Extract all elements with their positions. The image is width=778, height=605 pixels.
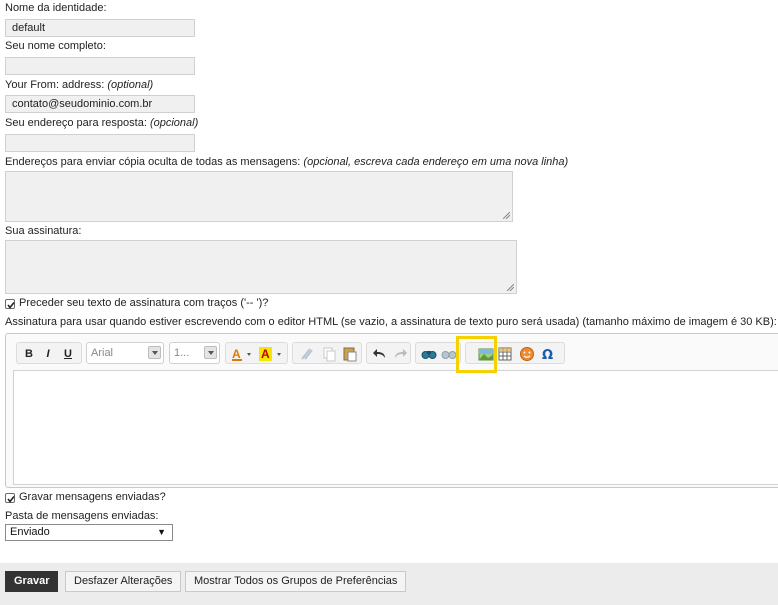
identity-name-input[interactable]: default — [5, 19, 195, 37]
dashes-checkbox[interactable] — [5, 299, 15, 309]
font-size-select[interactable]: 1... — [169, 342, 220, 364]
signature-textarea[interactable] — [5, 240, 517, 294]
svg-text:Ω: Ω — [542, 348, 553, 362]
resize-grip-icon[interactable] — [507, 284, 514, 291]
undo-icon[interactable] — [372, 346, 388, 362]
reply-address-label-text: Seu endereço para resposta: — [5, 117, 147, 129]
from-address-input[interactable]: contato@seudominio.com.br — [5, 95, 195, 113]
cut-icon[interactable] — [299, 346, 315, 362]
bold-button[interactable]: B — [22, 346, 36, 362]
emoticon-icon[interactable] — [519, 346, 535, 362]
reply-address-label: Seu endereço para resposta: (opcional) — [5, 117, 198, 129]
reply-address-input[interactable] — [5, 134, 195, 152]
from-address-label-text: Your From: address: — [5, 79, 105, 91]
save-sent-checkbox[interactable] — [5, 493, 15, 503]
html-signature-editor: B I U Arial 1... A A Ω — [5, 333, 778, 488]
find-icon[interactable] — [421, 346, 437, 362]
special-character-icon[interactable]: Ω — [540, 346, 556, 362]
find-group — [415, 342, 461, 364]
bcc-hint: (opcional, escreva cada endereço em uma … — [303, 156, 569, 168]
color-group: A A — [225, 342, 288, 364]
chevron-down-icon[interactable] — [204, 346, 217, 359]
save-button[interactable]: Gravar — [5, 571, 59, 592]
history-group — [366, 342, 411, 364]
font-size-value: 1... — [174, 347, 190, 359]
svg-text:A: A — [261, 347, 270, 361]
chevron-down-icon[interactable] — [148, 346, 161, 359]
from-address-optional: (optional) — [107, 79, 154, 91]
bcc-label-text: Endereços para enviar cópia oculta de to… — [5, 156, 301, 168]
show-all-groups-button[interactable]: Mostrar Todos os Grupos de Preferências — [185, 571, 407, 592]
italic-button[interactable]: I — [41, 346, 55, 362]
undo-changes-button[interactable]: Desfazer Alterações — [65, 571, 182, 592]
copy-icon[interactable] — [321, 346, 337, 362]
reply-address-optional: (opcional) — [149, 117, 199, 129]
sent-folder-label: Pasta de mensagens enviadas: — [5, 510, 159, 522]
resize-grip-icon[interactable] — [503, 212, 510, 219]
font-family-select[interactable]: Arial — [86, 342, 164, 364]
image-button-highlight — [456, 336, 497, 373]
background-color-icon[interactable]: A — [258, 346, 284, 362]
from-address-label: Your From: address: (optional) — [5, 79, 153, 91]
dashes-label: Preceder seu texto de assinatura com tra… — [19, 297, 269, 309]
dropdown-arrow-icon: ▼ — [157, 527, 166, 537]
checkmark-icon — [7, 302, 15, 309]
paste-icon[interactable] — [342, 346, 358, 362]
bcc-label: Endereços para enviar cópia oculta de to… — [5, 156, 568, 168]
clipboard-group — [292, 342, 362, 364]
checkmark-icon — [7, 496, 15, 503]
editor-content-area[interactable] — [13, 370, 778, 485]
html-signature-label: Assinatura para usar quando estiver escr… — [5, 316, 777, 328]
svg-text:A: A — [232, 347, 241, 361]
full-name-label: Seu nome completo: — [5, 40, 106, 52]
identity-name-label: Nome da identidade: — [5, 2, 107, 14]
underline-button[interactable]: U — [61, 346, 75, 362]
redo-icon[interactable] — [392, 346, 408, 362]
table-icon[interactable] — [497, 346, 513, 362]
save-sent-label: Gravar mensagens enviadas? — [19, 491, 166, 503]
sent-folder-value: Enviado — [10, 526, 50, 538]
text-color-icon[interactable]: A — [230, 346, 254, 362]
bcc-textarea[interactable] — [5, 171, 513, 222]
font-family-value: Arial — [91, 347, 114, 359]
signature-label: Sua assinatura: — [5, 225, 82, 237]
replace-icon[interactable] — [441, 346, 457, 362]
full-name-input[interactable] — [5, 57, 195, 75]
sent-folder-select[interactable]: Enviado ▼ — [5, 524, 173, 541]
text-style-group: B I U — [16, 342, 82, 364]
